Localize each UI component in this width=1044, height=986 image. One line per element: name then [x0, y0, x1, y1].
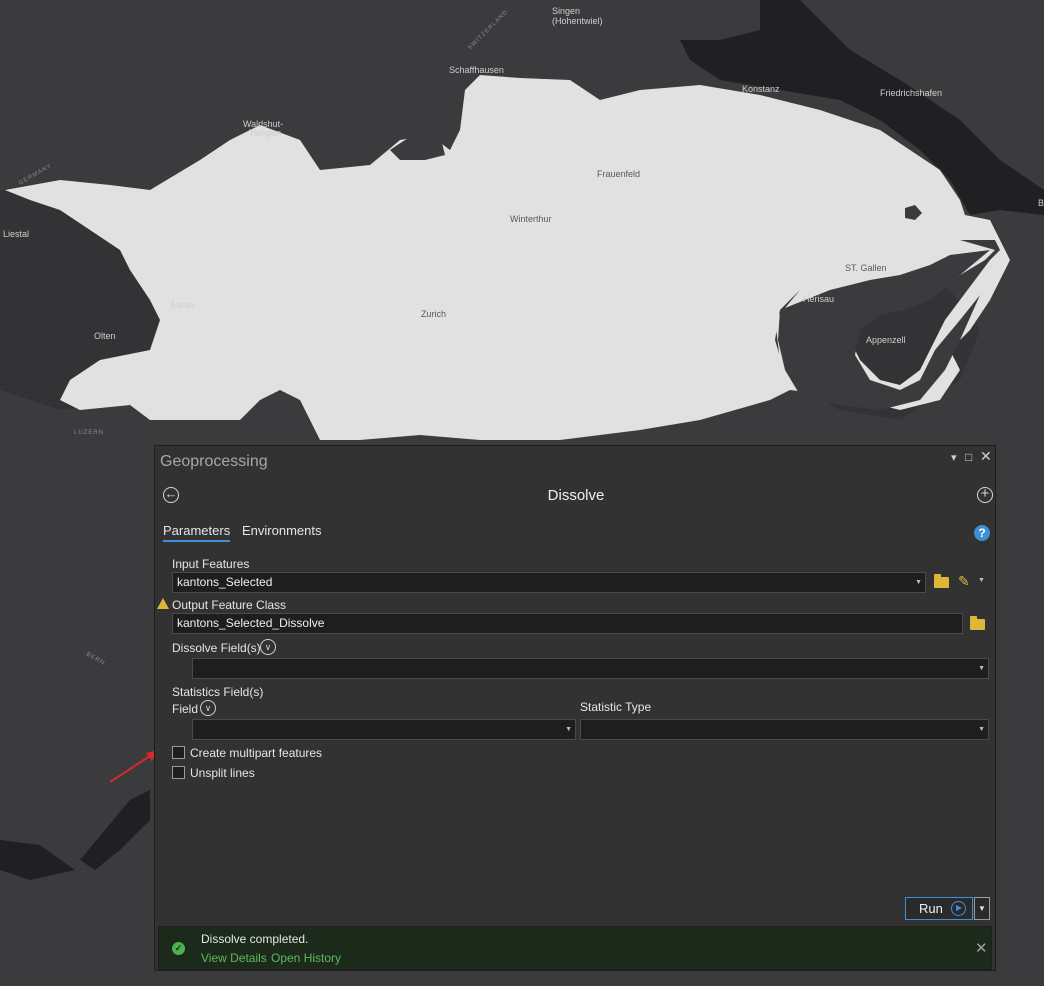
- map-label-olten: Olten: [94, 331, 116, 341]
- tab-parameters[interactable]: Parameters: [163, 523, 231, 542]
- field-label: Field: [172, 702, 199, 716]
- output-feature-class-input[interactable]: kantons_Selected_Dissolve: [172, 613, 963, 634]
- map-label-luzern: LUZERN: [74, 430, 104, 436]
- output-feature-class-value: kantons_Selected_Dissolve: [177, 616, 325, 630]
- map-label-konstanz: Konstanz: [742, 84, 780, 94]
- browse-folder-icon[interactable]: [934, 574, 949, 588]
- map-label-tiengen: Tiengen: [249, 128, 281, 138]
- input-features-label: Input Features: [172, 557, 250, 571]
- statistic-type-select[interactable]: ▼: [580, 719, 989, 740]
- success-check-icon: ✓: [172, 942, 185, 955]
- chevron-down-icon: ▼: [978, 665, 985, 672]
- status-message-bar: ✓ Dissolve completed. View Details Open …: [158, 926, 992, 970]
- map-label-singen: Singen: [552, 6, 580, 16]
- statistics-fields-label: Statistics Field(s): [172, 685, 264, 699]
- tab-environments[interactable]: Environments: [242, 523, 321, 538]
- map-label-frauenfeld: Frauenfeld: [597, 169, 640, 179]
- help-icon[interactable]: ?: [974, 525, 990, 541]
- add-icon[interactable]: +: [977, 486, 993, 503]
- chevron-down-icon: ▼: [978, 726, 985, 733]
- status-message: Dissolve completed.: [201, 932, 309, 946]
- run-button[interactable]: Run: [905, 897, 973, 920]
- close-pane-icon[interactable]: ✕: [980, 449, 992, 463]
- warning-icon: [157, 598, 169, 609]
- create-multipart-label[interactable]: Create multipart features: [190, 746, 322, 760]
- expand-dissolve-fields-icon[interactable]: ∨: [260, 639, 276, 655]
- edit-pencil-icon[interactable]: ✎: [958, 573, 970, 590]
- map-label-hohentwiel: (Hohentwiel): [552, 16, 603, 26]
- open-history-link[interactable]: Open History: [271, 951, 341, 965]
- input-features-select[interactable]: kantons_Selected ▼: [172, 572, 926, 593]
- map-label-schaffhausen: Schaffhausen: [449, 65, 504, 75]
- dissolve-fields-label: Dissolve Field(s): [172, 641, 261, 655]
- input-features-value: kantons_Selected: [177, 575, 273, 589]
- create-multipart-checkbox[interactable]: [172, 746, 185, 759]
- map-label-aarau: Aarau: [170, 300, 194, 310]
- chevron-down-icon: ▼: [915, 579, 922, 586]
- pane-title: Geoprocessing: [160, 453, 268, 470]
- maximize-icon[interactable]: □: [965, 451, 972, 463]
- expand-field-icon[interactable]: ∨: [200, 700, 216, 716]
- statistic-type-label: Statistic Type: [580, 700, 652, 714]
- close-message-icon[interactable]: ✕: [975, 939, 988, 957]
- output-feature-class-label: Output Feature Class: [172, 598, 287, 612]
- map-label-friedrichshafen: Friedrichshafen: [880, 88, 942, 98]
- browse-folder-icon[interactable]: [970, 616, 985, 630]
- map-label-appenzell: Appenzell: [866, 335, 906, 345]
- statistics-field-select[interactable]: ▼: [192, 719, 576, 740]
- tool-name: Dissolve: [547, 487, 605, 504]
- run-label: Run: [919, 901, 943, 916]
- unsplit-lines-label[interactable]: Unsplit lines: [190, 766, 255, 780]
- pencil-dropdown-icon[interactable]: ▼: [978, 577, 985, 584]
- chevron-down-icon: ▼: [565, 726, 572, 733]
- run-dropdown-button[interactable]: ▼: [974, 897, 990, 920]
- dissolve-fields-select[interactable]: ▼: [192, 658, 989, 679]
- pane-menu-dropdown-icon[interactable]: ▾: [951, 452, 957, 464]
- geoprocessing-pane: Geoprocessing ▾ □ ✕ ← Dissolve + Paramet…: [154, 445, 996, 971]
- map-label-winterthur: Winterthur: [510, 214, 552, 224]
- unsplit-lines-checkbox[interactable]: [172, 766, 185, 779]
- map-label-herisau: Herisau: [803, 294, 834, 304]
- map-label-liestal: Liestal: [3, 229, 29, 239]
- play-icon: [951, 901, 966, 916]
- map-label-zurich: Zurich: [421, 309, 446, 319]
- view-details-link[interactable]: View Details: [201, 951, 267, 965]
- map-label-b: B: [1038, 198, 1044, 208]
- map-label-stgallen: ST. Gallen: [845, 263, 887, 273]
